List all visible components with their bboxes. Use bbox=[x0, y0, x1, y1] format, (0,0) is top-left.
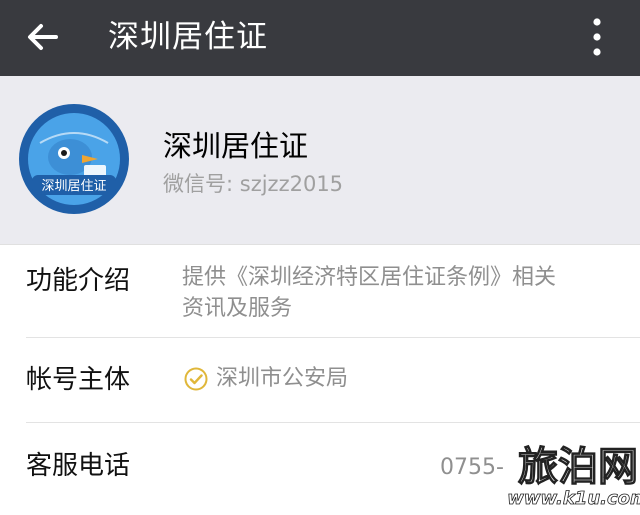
row-account-owner[interactable]: 帐号主体 深圳市公安局 bbox=[0, 338, 640, 422]
wechat-id: 微信号: szjzz2015 bbox=[163, 172, 344, 196]
account-owner-value: 深圳市公安局 bbox=[216, 366, 349, 391]
verified-check-icon bbox=[184, 367, 208, 391]
row-value-continued: 资讯及服务 bbox=[182, 296, 293, 321]
arrow-left-icon[interactable] bbox=[22, 16, 64, 58]
row-label: 帐号主体 bbox=[26, 365, 131, 395]
avatar-caption: 深圳居住证 bbox=[41, 179, 106, 194]
row-value: 提供《深圳经济特区居住证条例》相关 bbox=[182, 265, 557, 290]
row-label: 功能介绍 bbox=[26, 266, 131, 296]
account-profile-header: 深圳居住证 深圳居住证 微信号: szjzz2015 bbox=[0, 76, 640, 244]
more-vertical-icon[interactable] bbox=[582, 14, 612, 60]
service-phone-value[interactable]: 0755- bbox=[440, 452, 504, 483]
top-app-bar: 深圳居住证 bbox=[0, 0, 640, 76]
page-title: 深圳居住证 bbox=[108, 19, 268, 55]
account-name: 深圳居住证 bbox=[163, 129, 309, 163]
watermark-url: www.k1u.com bbox=[508, 488, 640, 509]
watermark-title: 旅泊网 bbox=[518, 444, 638, 490]
watermark-logo: 旅泊网 www.k1u.com bbox=[508, 443, 640, 509]
row-function-intro[interactable]: 功能介绍 提供《深圳经济特区居住证条例》相关 资讯及服务 bbox=[0, 245, 640, 337]
avatar[interactable]: 深圳居住证 bbox=[18, 103, 130, 215]
row-label: 客服电话 bbox=[26, 451, 131, 481]
